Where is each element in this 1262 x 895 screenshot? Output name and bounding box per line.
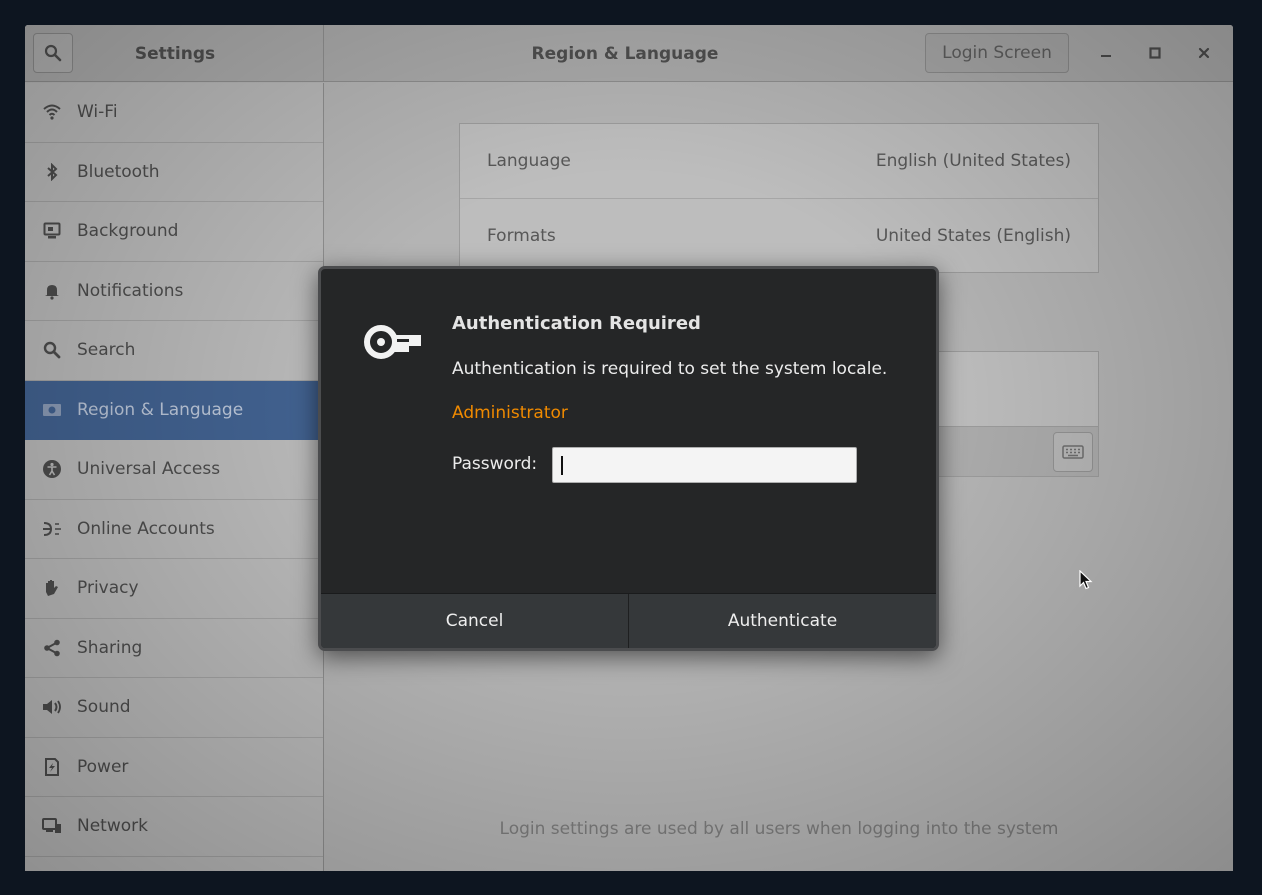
formats-label: Formats	[487, 225, 556, 246]
login-settings-note: Login settings are used by all users whe…	[499, 819, 1059, 839]
authenticate-button[interactable]: Authenticate	[628, 594, 936, 648]
sidebar-item-universal-access[interactable]: Universal Access	[25, 440, 323, 500]
language-label: Language	[487, 151, 571, 171]
sidebar-item-label: Online Accounts	[77, 518, 215, 539]
sidebar-item-online-accounts[interactable]: Online Accounts	[25, 500, 323, 559]
sidebar-title: Settings	[134, 43, 216, 64]
language-value: English (United States)	[875, 151, 1071, 171]
sidebar-item-region-language[interactable]: Region & Language	[25, 380, 323, 440]
sidebar-item-label: Sharing	[77, 637, 143, 658]
formats-value: United States (English)	[875, 225, 1071, 246]
keyboard-icon	[1062, 445, 1084, 459]
close-icon	[1198, 47, 1210, 59]
sidebar-item-label: Privacy	[77, 578, 139, 599]
dialog-buttons: Cancel Authenticate	[321, 593, 936, 648]
sidebar-item-label: Notifications	[77, 280, 184, 301]
sidebar-item-label: Network	[77, 816, 148, 837]
password-field[interactable]	[552, 447, 857, 483]
online-accounts-icon	[42, 519, 62, 539]
header-left: Settings	[25, 25, 324, 82]
sidebar-item-privacy[interactable]: Privacy	[25, 559, 323, 619]
search-button[interactable]	[33, 33, 73, 73]
maximize-button[interactable]	[1139, 37, 1171, 69]
search-icon	[42, 340, 62, 360]
dialog-message: Authentication is required to set the sy…	[452, 359, 888, 379]
flag-icon	[42, 400, 62, 420]
header-bar: Settings Region & Language Login Screen	[25, 25, 1233, 82]
search-icon	[44, 44, 62, 62]
sidebar-item-notifications[interactable]: Notifications	[25, 262, 323, 321]
background-icon	[42, 221, 62, 241]
sidebar-item-background[interactable]: Background	[25, 202, 323, 262]
close-button[interactable]	[1188, 37, 1220, 69]
sidebar-item-label: Wi-Fi	[77, 102, 118, 123]
sidebar-item-network[interactable]: Network	[25, 797, 323, 857]
password-label: Password:	[452, 454, 538, 474]
language-row[interactable]: Language English (United States)	[460, 124, 1098, 198]
wifi-icon	[42, 102, 62, 122]
minimize-button[interactable]	[1090, 37, 1122, 69]
speaker-icon	[42, 697, 62, 717]
sidebar-item-label: Bluetooth	[77, 161, 160, 182]
mouse-pointer-icon	[1079, 570, 1093, 590]
login-screen-button[interactable]: Login Screen	[925, 33, 1069, 73]
cancel-button[interactable]: Cancel	[321, 594, 628, 648]
sidebar-item-bluetooth[interactable]: Bluetooth	[25, 143, 323, 202]
sidebar-item-label: Power	[77, 756, 129, 777]
key-icon	[364, 325, 421, 359]
minimize-icon	[1101, 55, 1111, 57]
accessibility-icon	[42, 459, 62, 479]
keyboard-layout-button[interactable]	[1053, 432, 1093, 472]
sidebar-item-label: Region & Language	[77, 399, 244, 420]
authentication-dialog: Authentication Required Authentication i…	[318, 266, 939, 651]
sidebar-item-search[interactable]: Search	[25, 321, 323, 381]
network-icon	[42, 816, 62, 836]
sidebar-item-label: Background	[77, 221, 179, 242]
sidebar-item-sharing[interactable]: Sharing	[25, 619, 323, 678]
power-icon	[42, 757, 62, 777]
sidebar-item-label: Search	[77, 340, 136, 361]
hand-icon	[42, 578, 62, 598]
sidebar: Wi-Fi Bluetooth Background Notifications…	[25, 83, 324, 871]
maximize-icon	[1149, 47, 1161, 59]
sidebar-item-label: Sound	[77, 697, 131, 718]
page-title: Region & Language	[531, 43, 719, 64]
sidebar-item-wifi[interactable]: Wi-Fi	[25, 83, 323, 143]
text-caret	[561, 456, 563, 475]
sidebar-item-label: Universal Access	[77, 459, 221, 480]
dialog-title: Authentication Required	[452, 313, 701, 334]
formats-row[interactable]: Formats United States (English)	[460, 198, 1098, 272]
region-card: Language English (United States) Formats…	[459, 123, 1099, 273]
sidebar-item-sound[interactable]: Sound	[25, 678, 323, 738]
bell-icon	[42, 281, 62, 301]
dialog-user[interactable]: Administrator	[452, 403, 568, 423]
sidebar-item-power[interactable]: Power	[25, 738, 323, 797]
share-icon	[42, 638, 62, 658]
bluetooth-icon	[42, 162, 62, 182]
